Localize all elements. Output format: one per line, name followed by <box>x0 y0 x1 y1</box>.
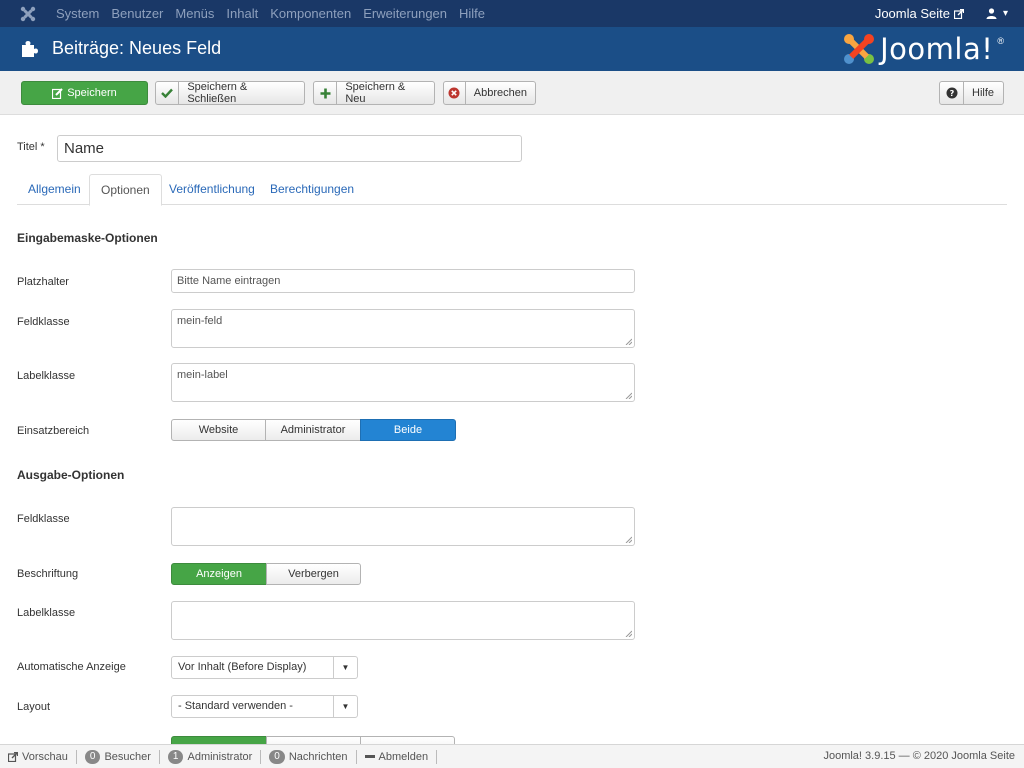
output-field-class-label: Feldklasse <box>17 513 70 525</box>
caret-down-icon: ▼ <box>333 657 357 678</box>
label-class-value: mein-label <box>177 369 228 381</box>
chevron-down-icon: ▾ <box>1002 8 1008 19</box>
save-button-label: Speichern <box>67 87 117 99</box>
edit-icon <box>52 87 63 99</box>
field-class-value: mein-feld <box>177 315 223 327</box>
scope-both-button[interactable]: Beide <box>360 419 456 441</box>
auto-display-label: Automatische Anzeige <box>17 661 126 673</box>
menu-extensions[interactable]: Erweiterungen <box>357 6 453 21</box>
resize-grip-icon[interactable] <box>625 392 632 399</box>
visitors-label: Besucher <box>104 750 151 763</box>
field-class-textarea[interactable]: mein-feld <box>171 309 635 348</box>
cancel-icon <box>444 82 466 104</box>
menu-components[interactable]: Komponenten <box>264 6 357 21</box>
tab-bar: Allgemein Optionen Veröffentlichung Bere… <box>17 174 1007 206</box>
main-menu: System Benutzer Menüs Inhalt Komponenten… <box>56 6 491 21</box>
page-title: Beiträge: Neues Feld <box>52 38 222 58</box>
label-class-label: Labelklasse <box>17 370 76 382</box>
tab-options[interactable]: Optionen <box>89 174 162 206</box>
plus-icon <box>314 82 338 104</box>
toolbar: Speichern Speichern & Schließen Speicher… <box>0 71 1024 115</box>
output-field-class-textarea[interactable] <box>171 507 635 546</box>
title-label: Titel * <box>17 141 45 153</box>
save-close-button[interactable]: Speichern & Schließen <box>155 81 305 105</box>
title-input[interactable]: Name <box>57 135 522 162</box>
copyright-text: Joomla! 3.9.15 — © 2020 Joomla Seite <box>823 750 1015 762</box>
admins-label: Administrator <box>187 750 253 763</box>
page-header: Beiträge: Neues Feld Joomla! ® <box>0 27 1024 71</box>
tab-general[interactable]: Allgemein <box>17 174 92 205</box>
resize-grip-icon[interactable] <box>625 630 632 637</box>
scope-website-button[interactable]: Website <box>171 419 266 441</box>
registered-mark: ® <box>997 36 1004 46</box>
resize-grip-icon[interactable] <box>625 338 632 345</box>
svg-text:?: ? <box>949 89 954 98</box>
question-icon: ? <box>940 82 964 104</box>
joomla-logo-icon <box>844 34 875 64</box>
minus-icon <box>364 755 375 758</box>
help-button[interactable]: ? Hilfe <box>939 81 1004 105</box>
cancel-label: Abbrechen <box>473 87 527 99</box>
output-label-class-label: Labelklasse <box>17 607 76 619</box>
layout-label: Layout <box>17 701 51 713</box>
auto-display-value: Vor Inhalt (Before Display) <box>178 661 307 673</box>
placeholder-label: Platzhalter <box>17 276 69 288</box>
admins-count-badge: 1 <box>167 749 184 764</box>
save-button[interactable]: Speichern <box>21 81 148 105</box>
menu-system[interactable]: System <box>56 6 105 21</box>
messages-status[interactable]: 0 Nachrichten <box>261 749 357 764</box>
preview-link[interactable]: Vorschau <box>0 749 77 764</box>
user-menu[interactable]: ▾ <box>986 8 1008 19</box>
puzzle-icon <box>22 41 38 57</box>
logout-label: Abmelden <box>378 750 429 763</box>
caption-hide-button[interactable]: Verbergen <box>266 563 361 585</box>
save-close-label: Speichern & Schließen <box>187 81 248 105</box>
save-new-button[interactable]: Speichern & Neu <box>313 81 435 105</box>
joomla-logo: Joomla! ® <box>842 32 1004 66</box>
caret-down-icon: ▼ <box>333 696 357 717</box>
preview-label: Vorschau <box>22 750 68 763</box>
visitors-status: 0 Besucher <box>77 749 160 764</box>
site-link-label: Joomla Seite <box>874 6 950 21</box>
scope-toggle-group: Website Administrator Beide <box>171 419 456 441</box>
messages-label: Nachrichten <box>288 750 348 763</box>
layout-select[interactable]: - Standard verwenden - ▼ <box>171 695 358 718</box>
scope-label: Einsatzbereich <box>17 425 90 437</box>
status-bar: Vorschau 0 Besucher 1 Administrator 0 Na… <box>0 744 1024 768</box>
cancel-button[interactable]: Abbrechen <box>443 81 536 105</box>
caption-show-button[interactable]: Anzeigen <box>171 563 267 585</box>
layout-value: - Standard verwenden - <box>178 700 293 712</box>
admins-status: 1 Administrator <box>160 749 262 764</box>
field-class-label: Feldklasse <box>17 316 70 328</box>
top-navbar: System Benutzer Menüs Inhalt Komponenten… <box>0 0 1024 27</box>
auto-display-select[interactable]: Vor Inhalt (Before Display) ▼ <box>171 656 358 679</box>
menu-menus[interactable]: Menüs <box>169 6 220 21</box>
menu-help[interactable]: Hilfe <box>453 6 491 21</box>
logout-link[interactable]: Abmelden <box>357 749 438 764</box>
tab-permissions[interactable]: Berechtigungen <box>259 174 365 205</box>
visitors-count-badge: 0 <box>84 749 101 764</box>
caption-label: Beschriftung <box>17 568 79 580</box>
external-link-icon <box>8 751 18 762</box>
label-class-textarea[interactable]: mein-label <box>171 363 635 402</box>
output-label-class-textarea[interactable] <box>171 601 635 640</box>
placeholder-input[interactable]: Bitte Name eintragen <box>171 269 635 293</box>
input-options-heading: Eingabemaske-Optionen <box>17 231 158 245</box>
scope-administrator-button[interactable]: Administrator <box>265 419 361 441</box>
resize-grip-icon[interactable] <box>625 536 632 543</box>
help-label: Hilfe <box>972 87 995 99</box>
save-new-label: Speichern & Neu <box>345 81 406 105</box>
menu-content[interactable]: Inhalt <box>220 6 264 21</box>
site-link[interactable]: Joomla Seite <box>875 6 964 21</box>
joomla-menu-icon[interactable] <box>0 0 56 27</box>
brand-name: Joomla! <box>880 32 994 66</box>
external-link-icon <box>953 8 964 19</box>
menu-users[interactable]: Benutzer <box>105 6 169 21</box>
caption-toggle-group: Anzeigen Verbergen <box>171 563 361 585</box>
tab-publishing[interactable]: Veröffentlichung <box>158 174 266 205</box>
output-options-heading: Ausgabe-Optionen <box>17 468 125 482</box>
user-icon <box>986 8 997 19</box>
check-icon <box>156 82 180 104</box>
messages-count-badge: 0 <box>269 749 285 764</box>
